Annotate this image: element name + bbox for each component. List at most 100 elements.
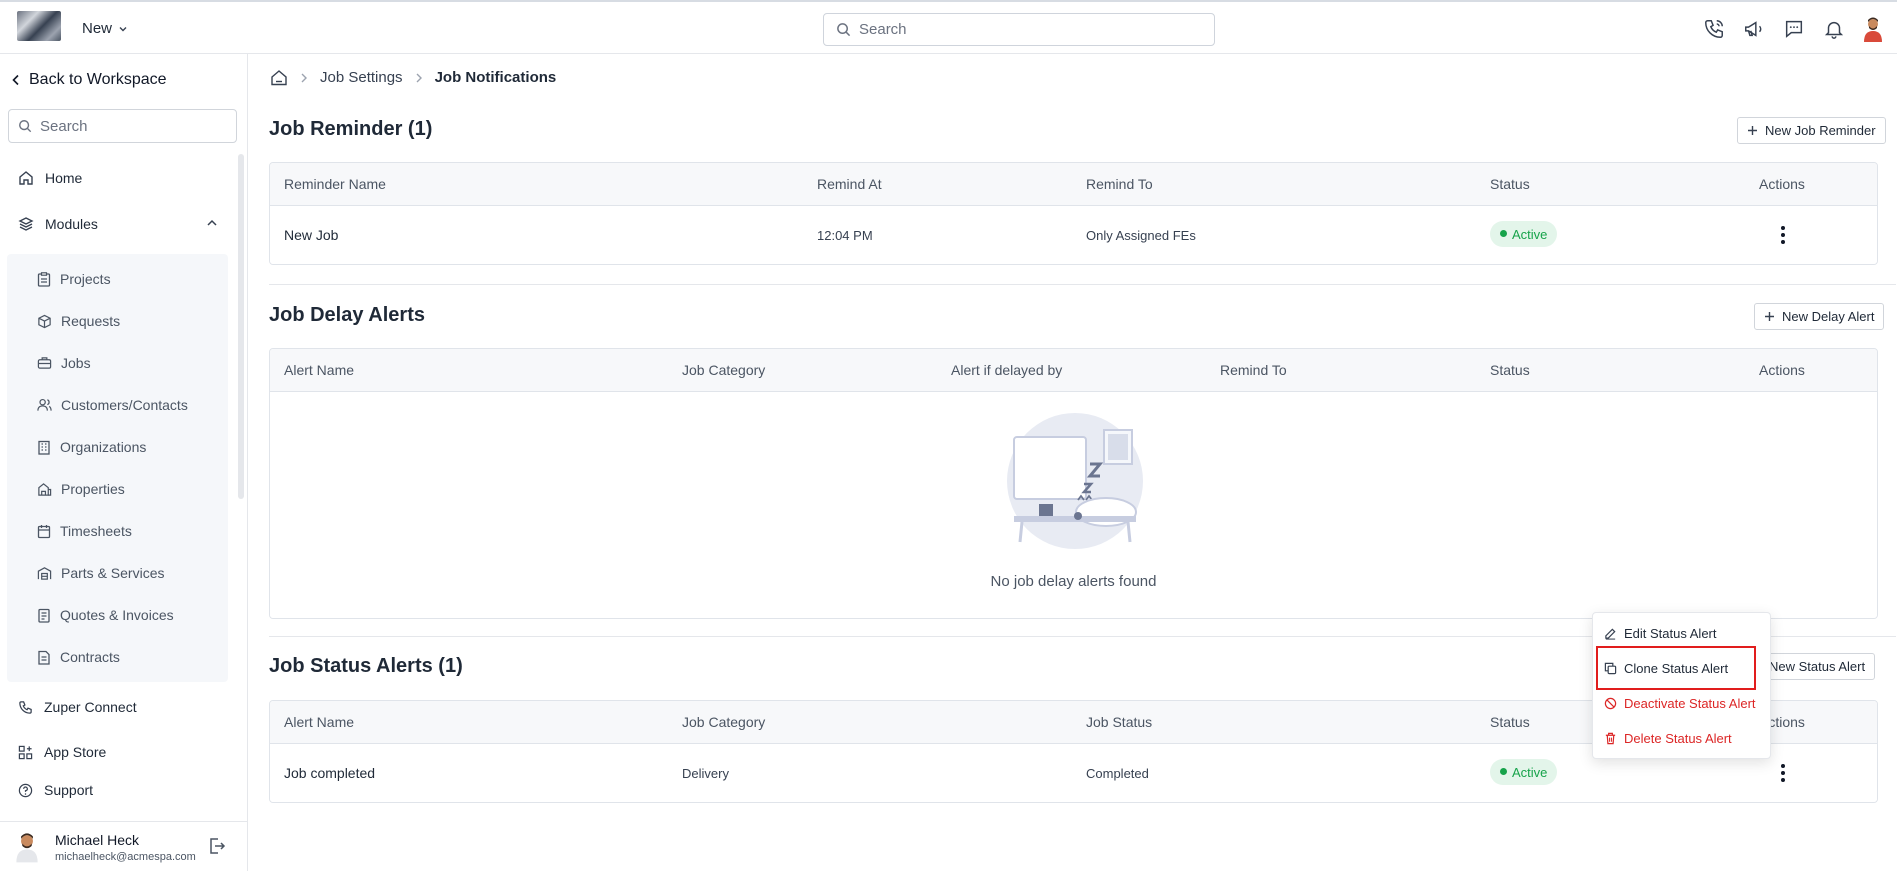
column-header: Job Category <box>682 714 766 730</box>
column-header: Remind To <box>1220 362 1287 378</box>
sidebar-item-contracts[interactable]: Contracts <box>37 649 120 665</box>
sidebar-item-timesheets[interactable]: Timesheets <box>37 523 132 539</box>
sidebar-item-label: Jobs <box>61 355 91 371</box>
sidebar: Back to Workspace Home Modules Projects … <box>0 54 248 871</box>
back-to-workspace-link[interactable]: Back to Workspace <box>11 71 167 89</box>
avatar[interactable] <box>14 831 40 863</box>
column-header: Reminder Name <box>284 176 386 192</box>
sidebar-item-organizations[interactable]: Organizations <box>37 439 146 455</box>
table-header: Alert Name Job Category Alert if delayed… <box>270 349 1877 392</box>
job-status: Completed <box>1086 766 1149 781</box>
column-header: Remind At <box>817 176 882 192</box>
sidebar-item-label: Zuper Connect <box>44 699 137 715</box>
company-logo[interactable] <box>17 11 61 41</box>
sidebar-item-home[interactable]: Home <box>18 170 82 186</box>
user-avatar[interactable] <box>1862 16 1884 42</box>
logout-icon[interactable] <box>208 837 226 855</box>
status-badge: Active <box>1490 759 1558 785</box>
phone-icon <box>18 700 33 715</box>
edit-icon <box>1604 627 1617 640</box>
building-icon <box>37 440 51 455</box>
column-header: Remind To <box>1086 176 1153 192</box>
empty-state-message: No job delay alerts found <box>990 573 1157 590</box>
sidebar-item-jobs[interactable]: Jobs <box>37 355 91 371</box>
megaphone-icon[interactable] <box>1742 17 1766 41</box>
layers-icon <box>18 216 34 232</box>
column-header: Status <box>1490 714 1530 730</box>
job-reminder-title: Job Reminder (1) <box>269 118 433 140</box>
delete-status-alert-menu-item[interactable]: Delete Status Alert <box>1604 731 1732 746</box>
chat-icon[interactable] <box>1782 17 1806 41</box>
apps-grid-icon <box>18 745 33 760</box>
job-delay-alerts-title: Job Delay Alerts <box>269 304 425 326</box>
warehouse-icon <box>37 566 52 581</box>
column-header: Actions <box>1759 362 1805 378</box>
sidebar-item-label: App Store <box>44 744 107 760</box>
user-name: Michael Heck <box>55 832 140 848</box>
user-email: michaelheck@acmespa.com <box>55 851 196 863</box>
new-dropdown[interactable]: New <box>82 20 128 37</box>
column-header: Job Status <box>1086 714 1153 730</box>
chevron-right-icon <box>415 72 423 84</box>
sidebar-scrollbar[interactable] <box>238 154 244 499</box>
sidebar-item-zuper-connect[interactable]: Zuper Connect <box>18 699 137 715</box>
search-icon <box>18 119 32 133</box>
remind-to: Only Assigned FEs <box>1086 228 1196 243</box>
sidebar-item-label: Timesheets <box>60 523 132 539</box>
search-icon <box>836 22 851 37</box>
sidebar-item-label: Contracts <box>60 649 120 665</box>
sidebar-item-requests[interactable]: Requests <box>37 313 120 329</box>
sidebar-item-label: Home <box>45 170 83 186</box>
sidebar-item-label: Projects <box>60 271 111 287</box>
row-actions-kebab-icon[interactable] <box>1780 764 1786 782</box>
global-search-input[interactable] <box>859 21 1199 38</box>
sidebar-search-input[interactable] <box>40 117 230 135</box>
users-icon <box>37 398 52 412</box>
job-delay-alerts-table: Alert Name Job Category Alert if delayed… <box>269 348 1878 619</box>
sidebar-item-customers-contacts[interactable]: Customers/Contacts <box>37 397 188 413</box>
trash-icon <box>1604 732 1617 745</box>
bell-icon[interactable] <box>1822 17 1846 41</box>
sidebar-item-modules[interactable]: Modules <box>18 216 218 232</box>
button-label: New Delay Alert <box>1782 309 1875 324</box>
new-delay-alert-button[interactable]: New Delay Alert <box>1754 303 1885 330</box>
sidebar-item-quotes-invoices[interactable]: Quotes & Invoices <box>37 607 174 623</box>
sidebar-item-properties[interactable]: Properties <box>37 481 125 497</box>
column-header: Alert Name <box>284 714 355 730</box>
receipt-icon <box>37 608 51 623</box>
row-actions-kebab-icon[interactable] <box>1780 226 1786 244</box>
breadcrumb: Job Settings Job Notifications <box>270 69 556 86</box>
column-header: Alert if delayed by <box>951 362 1063 378</box>
job-category: Delivery <box>682 766 729 781</box>
breadcrumb-job-notifications: Job Notifications <box>434 69 557 86</box>
sidebar-search[interactable] <box>8 109 237 143</box>
sidebar-item-parts-services[interactable]: Parts & Services <box>37 565 164 581</box>
home-icon[interactable] <box>270 69 288 86</box>
home-icon <box>18 170 34 186</box>
remind-at: 12:04 PM <box>817 228 873 243</box>
sidebar-item-support[interactable]: Support <box>18 782 93 798</box>
breadcrumb-job-settings[interactable]: Job Settings <box>320 69 403 86</box>
property-icon <box>37 482 52 497</box>
status-badge: Active <box>1490 221 1558 247</box>
modules-submenu: Projects Requests Jobs Customers/Contact… <box>7 254 228 682</box>
edit-status-alert-menu-item[interactable]: Edit Status Alert <box>1604 626 1717 641</box>
column-header: Status <box>1490 176 1530 192</box>
new-job-reminder-button[interactable]: New Job Reminder <box>1737 117 1886 144</box>
package-icon <box>37 314 52 329</box>
deactivate-status-alert-menu-item[interactable]: Deactivate Status Alert <box>1604 696 1756 711</box>
user-profile: Michael Heck michaelheck@acmespa.com <box>0 821 248 871</box>
global-search[interactable] <box>823 13 1215 46</box>
sidebar-item-label: Organizations <box>60 439 147 455</box>
phone-icon[interactable] <box>1702 17 1726 41</box>
sidebar-item-label: Customers/Contacts <box>61 397 188 413</box>
highlight-box <box>1596 646 1756 690</box>
job-status-alerts-title: Job Status Alerts (1) <box>269 655 463 677</box>
chevron-left-icon <box>11 74 21 86</box>
sidebar-item-label: Requests <box>61 313 121 329</box>
column-header: Status <box>1490 362 1530 378</box>
sidebar-item-app-store[interactable]: App Store <box>18 744 106 760</box>
sidebar-item-label: Properties <box>61 481 125 497</box>
menu-item-label: Delete Status Alert <box>1624 731 1732 746</box>
sidebar-item-projects[interactable]: Projects <box>37 271 111 287</box>
